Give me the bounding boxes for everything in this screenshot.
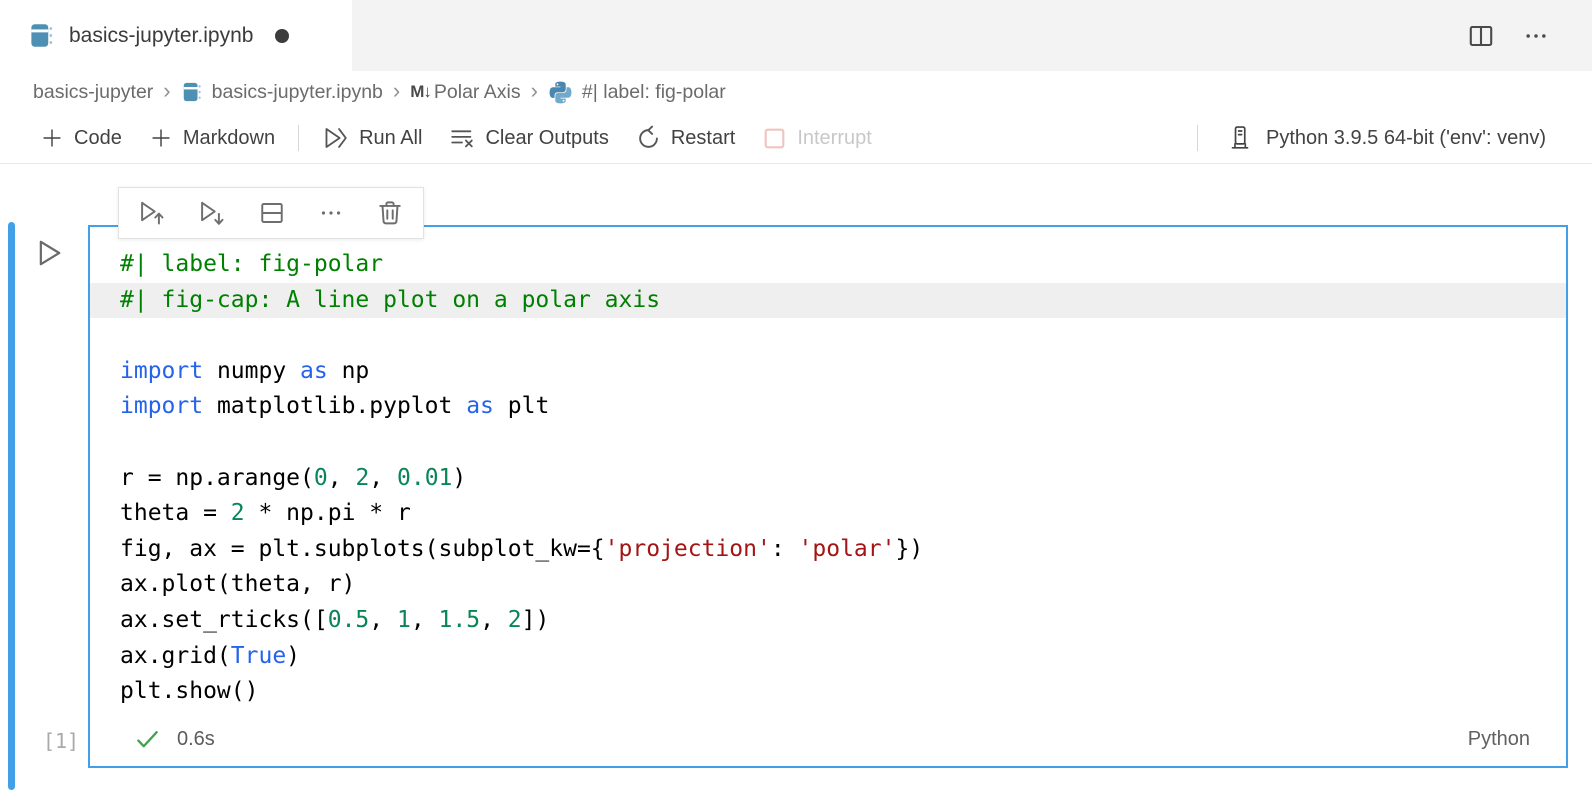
run-all-icon bbox=[322, 124, 350, 152]
kernel-picker[interactable]: Python 3.9.5 64-bit ('env': venv) bbox=[1187, 113, 1592, 163]
cell-toolbar bbox=[118, 187, 424, 239]
execution-duration: 0.6s bbox=[177, 728, 215, 751]
cell-status-bar: 0.6s Python bbox=[90, 718, 1566, 766]
breadcrumb-section[interactable]: M↓ Polar Axis bbox=[410, 81, 520, 104]
run-above-icon[interactable] bbox=[135, 196, 169, 230]
code-line[interactable]: ax.grid(True) bbox=[90, 639, 1566, 675]
tab-title: basics-jupyter.ipynb bbox=[69, 24, 253, 48]
split-cell-icon[interactable] bbox=[255, 196, 289, 230]
code-area[interactable]: #| label: fig-polar#| fig-cap: A line pl… bbox=[90, 247, 1566, 710]
code-line[interactable]: r = np.arange(0, 2, 0.01) bbox=[90, 461, 1566, 497]
focused-cell-indicator-bar[interactable] bbox=[8, 222, 15, 790]
code-line[interactable]: #| label: fig-polar bbox=[90, 247, 1566, 283]
vscode-notebook-window: basics-jupyter.ipynb basics-jupyter › bbox=[0, 0, 1592, 802]
notebook-toolbar: Code Markdown Run All Clear Outputs bbox=[0, 113, 1592, 164]
more-cell-actions-icon[interactable] bbox=[315, 197, 347, 229]
plus-icon bbox=[39, 125, 65, 151]
run-below-icon[interactable] bbox=[195, 196, 229, 230]
clear-outputs-button[interactable]: Clear Outputs bbox=[435, 113, 621, 163]
breadcrumb-separator: › bbox=[153, 78, 180, 107]
python-icon bbox=[548, 80, 573, 105]
code-line[interactable]: ax.set_rticks([0.5, 1, 1.5, 2]) bbox=[90, 603, 1566, 639]
add-code-cell-button[interactable]: Code bbox=[26, 113, 135, 163]
plus-icon bbox=[148, 125, 174, 151]
more-actions-icon[interactable] bbox=[1522, 22, 1550, 50]
code-cell[interactable]: #| label: fig-polar#| fig-cap: A line pl… bbox=[88, 225, 1568, 768]
breadcrumb-separator: › bbox=[383, 78, 410, 107]
tab-bar: basics-jupyter.ipynb bbox=[0, 0, 1592, 71]
code-line[interactable]: ax.plot(theta, r) bbox=[90, 567, 1566, 603]
markdown-icon: M↓ bbox=[410, 82, 431, 102]
code-line[interactable]: import numpy as np bbox=[90, 354, 1566, 390]
kernel-label: Python 3.9.5 64-bit ('env': venv) bbox=[1266, 127, 1546, 150]
breadcrumb: basics-jupyter › basics-jupyter.ipynb › … bbox=[0, 71, 1592, 113]
breadcrumb-cell[interactable]: #| label: fig-polar bbox=[548, 80, 726, 105]
interrupt-kernel-button[interactable]: Interrupt bbox=[748, 113, 884, 163]
code-line[interactable]: #| fig-cap: A line plot on a polar axis bbox=[90, 283, 1566, 319]
run-all-button[interactable]: Run All bbox=[309, 113, 435, 163]
code-line[interactable]: theta = 2 * np.pi * r bbox=[90, 496, 1566, 532]
interrupt-icon bbox=[761, 125, 788, 152]
breadcrumb-file[interactable]: basics-jupyter.ipynb bbox=[181, 81, 383, 104]
kernel-icon bbox=[1226, 124, 1254, 152]
delete-cell-icon[interactable] bbox=[373, 196, 407, 230]
modified-indicator-dot[interactable] bbox=[275, 29, 289, 43]
toolbar-divider bbox=[1197, 125, 1198, 151]
split-editor-icon[interactable] bbox=[1466, 21, 1496, 51]
restart-icon bbox=[635, 125, 662, 152]
run-cell-button[interactable] bbox=[32, 236, 66, 270]
editor-actions bbox=[1466, 0, 1592, 71]
code-line[interactable] bbox=[90, 425, 1566, 461]
tab-basics-jupyter[interactable]: basics-jupyter.ipynb bbox=[0, 0, 352, 71]
code-line[interactable] bbox=[90, 318, 1566, 354]
breadcrumb-separator: › bbox=[521, 78, 548, 107]
notebook-file-icon bbox=[181, 81, 203, 103]
success-check-icon bbox=[134, 726, 161, 753]
add-markdown-cell-button[interactable]: Markdown bbox=[135, 113, 288, 163]
code-line[interactable]: import matplotlib.pyplot as plt bbox=[90, 389, 1566, 425]
restart-kernel-button[interactable]: Restart bbox=[622, 113, 748, 163]
code-line[interactable]: plt.show() bbox=[90, 674, 1566, 710]
toolbar-divider bbox=[298, 125, 299, 151]
notebook-file-icon bbox=[28, 22, 55, 49]
cell-language-picker[interactable]: Python bbox=[1468, 728, 1530, 751]
clear-outputs-icon bbox=[448, 124, 476, 152]
breadcrumb-folder[interactable]: basics-jupyter bbox=[33, 81, 153, 104]
code-line[interactable]: fig, ax = plt.subplots(subplot_kw={'proj… bbox=[90, 532, 1566, 568]
execution-count: [1] bbox=[28, 729, 94, 753]
